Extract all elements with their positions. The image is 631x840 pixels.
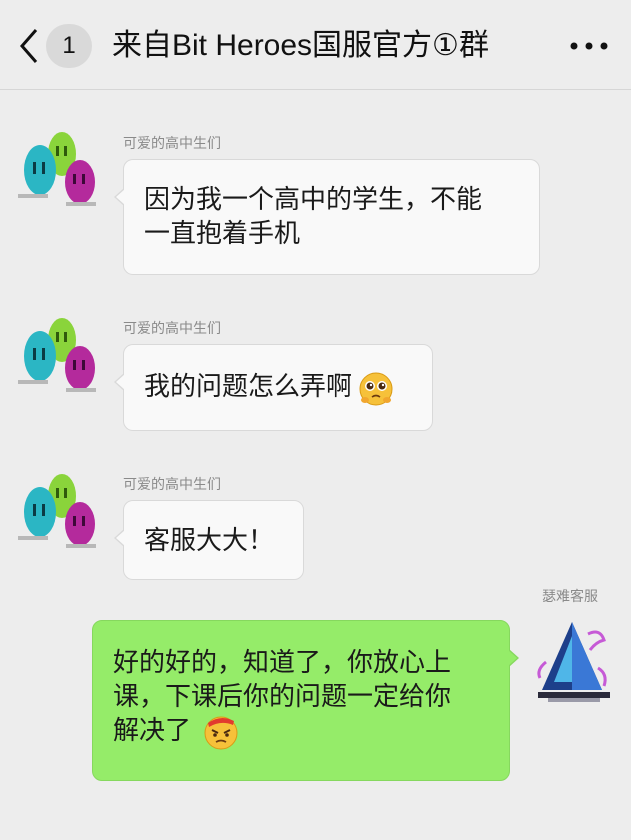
sender-name: 瑟难客服 [542, 588, 598, 604]
incoming-message-bubble[interactable]: 我的问题怎么弄啊 [114, 344, 433, 431]
message-text: 好的好的，知道了，你放心上 [113, 647, 452, 677]
unread-count-badge[interactable]: 1 [46, 24, 92, 68]
sender-name: 可爱的高中生们 [123, 476, 221, 492]
group-member-avatar[interactable] [14, 312, 100, 396]
egg-character-icon [18, 474, 96, 548]
egg-character-icon [18, 132, 96, 206]
message-text: 我的问题怎么弄啊 [144, 371, 353, 401]
incoming-message-bubble[interactable]: 因为我一个高中的学生，不能 一直抱着手机 [114, 159, 540, 275]
group-member-avatar[interactable] [14, 126, 100, 210]
outgoing-message-bubble[interactable]: 好的好的，知道了，你放心上 课，下课后你的问题一定给你 解决了 [92, 620, 519, 781]
angry-face-icon [204, 716, 238, 750]
message-text: 课，下课后你的问题一定给你 [113, 681, 452, 711]
incoming-message-bubble[interactable]: 客服大大！ [114, 500, 304, 580]
group-member-avatar[interactable] [14, 468, 100, 552]
chat-title: 来自Bit Heroes国服官方①群 [112, 29, 489, 62]
more-options-button[interactable] [566, 36, 612, 56]
sender-name: 可爱的高中生们 [123, 320, 221, 336]
egg-character-icon [18, 318, 96, 392]
message-text: 客服大大！ [144, 525, 275, 555]
customer-service-avatar[interactable] [532, 618, 618, 704]
more-icon [570, 42, 608, 50]
message-text: 因为我一个高中的学生，不能 [144, 184, 483, 214]
pleading-face-icon [359, 372, 393, 406]
chevron-left-icon [20, 29, 38, 63]
back-button[interactable] [14, 24, 48, 68]
crystal-pyramid-icon [537, 622, 610, 702]
sender-name: 可爱的高中生们 [123, 135, 221, 151]
chat-header: 1 来自Bit Heroes国服官方①群 [0, 0, 631, 90]
message-text: 一直抱着手机 [144, 218, 301, 248]
message-text: 解决了 [113, 715, 192, 745]
